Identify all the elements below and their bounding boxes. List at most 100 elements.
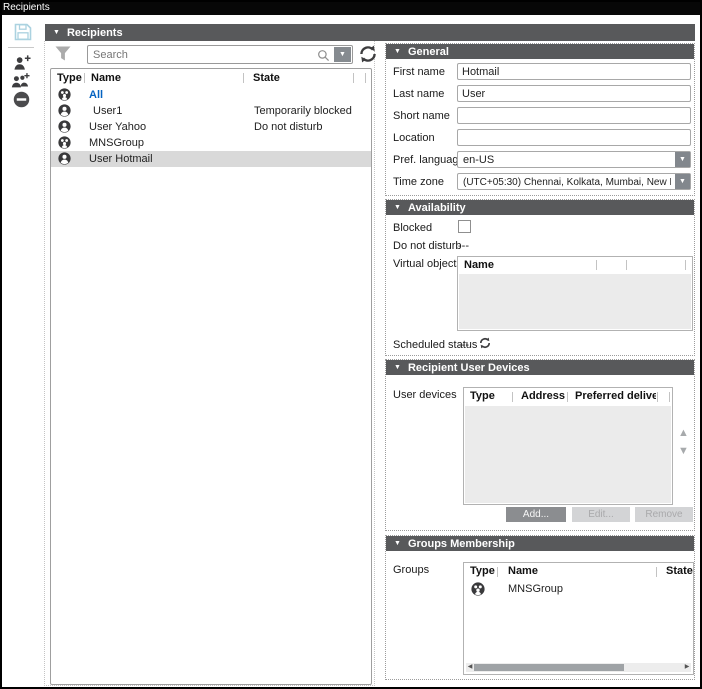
first-name-field[interactable] bbox=[457, 63, 691, 80]
do-not-disturb-value: --- bbox=[458, 240, 469, 252]
column-divider[interactable] bbox=[567, 392, 568, 402]
pref-language-select[interactable]: en-US ▼ bbox=[457, 151, 691, 168]
column-divider[interactable] bbox=[353, 73, 354, 83]
add-group-icon bbox=[10, 77, 32, 92]
column-divider[interactable] bbox=[626, 260, 627, 270]
collapse-icon: ▼ bbox=[394, 364, 401, 371]
column-divider[interactable] bbox=[512, 392, 513, 402]
scrollbar-thumb[interactable] bbox=[474, 664, 624, 671]
column-preferred-delivery[interactable]: Preferred delivery se bbox=[575, 390, 656, 402]
time-zone-select[interactable]: (UTC+05:30) Chennai, Kolkata, Mumbai, Ne… bbox=[457, 173, 691, 190]
add-group-button[interactable] bbox=[10, 72, 32, 92]
recipient-row-mnsgroup[interactable]: MNSGroup bbox=[51, 135, 371, 151]
column-divider[interactable] bbox=[596, 260, 597, 270]
chevron-down-icon: ▼ bbox=[679, 156, 686, 163]
groups-label: Groups bbox=[393, 564, 429, 576]
last-name-field[interactable] bbox=[457, 85, 691, 102]
filter-button[interactable] bbox=[54, 45, 72, 65]
recipient-row-user-hotmail-selected[interactable]: User Hotmail bbox=[51, 151, 371, 167]
move-up-icon[interactable]: ▲ bbox=[678, 428, 689, 439]
group-icon bbox=[471, 582, 485, 599]
search-box: ▼ bbox=[87, 45, 353, 64]
availability-section: ▼ Availability Blocked Do not disturb --… bbox=[385, 199, 695, 356]
save-button[interactable] bbox=[13, 22, 33, 45]
column-type[interactable]: Type bbox=[470, 390, 510, 402]
short-name-label: Short name bbox=[393, 110, 450, 122]
location-field[interactable] bbox=[457, 129, 691, 146]
groups-membership-section-header[interactable]: ▼ Groups Membership bbox=[386, 536, 694, 551]
virtual-objects-table[interactable]: Name bbox=[457, 256, 693, 331]
column-divider[interactable] bbox=[657, 392, 658, 402]
column-name[interactable]: Name bbox=[91, 72, 121, 84]
scroll-left-icon[interactable]: ◀ bbox=[466, 663, 474, 672]
horizontal-scrollbar[interactable]: ◀ ▶ bbox=[466, 663, 691, 672]
scroll-right-icon[interactable]: ▶ bbox=[683, 663, 691, 672]
location-label: Location bbox=[393, 132, 435, 144]
column-address[interactable]: Address bbox=[521, 390, 565, 402]
blocked-checkbox[interactable] bbox=[458, 220, 471, 233]
group-name: MNSGroup bbox=[508, 583, 563, 595]
column-name[interactable]: Name bbox=[464, 259, 494, 271]
group-row-mnsgroup[interactable]: MNSGroup bbox=[464, 580, 693, 598]
recipient-state: Do not disturb bbox=[254, 121, 322, 133]
user-devices-table[interactable]: Type Address Preferred delivery se bbox=[463, 387, 673, 505]
collapse-icon: ▼ bbox=[394, 48, 401, 55]
app-window: Recipients bbox=[0, 0, 702, 689]
block-button[interactable] bbox=[13, 91, 30, 111]
column-name[interactable]: Name bbox=[508, 565, 538, 577]
refresh-status-button[interactable] bbox=[478, 336, 492, 353]
search-options-dropdown[interactable]: ▼ bbox=[334, 47, 351, 62]
user-icon bbox=[58, 152, 71, 168]
user-icon bbox=[58, 104, 71, 120]
recipients-group-header[interactable]: ▼ Recipients bbox=[45, 24, 695, 41]
move-down-icon[interactable]: ▼ bbox=[678, 446, 689, 457]
recipient-row-user-yahoo[interactable]: User Yahoo Do not disturb bbox=[51, 119, 371, 135]
column-divider[interactable] bbox=[497, 567, 498, 577]
dropdown-button[interactable]: ▼ bbox=[675, 174, 690, 189]
short-name-field[interactable] bbox=[457, 107, 691, 124]
column-divider[interactable] bbox=[365, 73, 366, 83]
user-devices-section-label: Recipient User Devices bbox=[408, 362, 530, 374]
time-zone-label: Time zone bbox=[393, 176, 444, 188]
groups-table-header: Type Name State bbox=[464, 563, 693, 580]
column-divider[interactable] bbox=[243, 73, 244, 83]
column-type[interactable]: Type bbox=[57, 72, 82, 84]
user-devices-section-header[interactable]: ▼ Recipient User Devices bbox=[386, 360, 694, 375]
groups-membership-section-label: Groups Membership bbox=[408, 538, 515, 550]
group-icon bbox=[58, 88, 71, 104]
refresh-icon bbox=[478, 338, 492, 353]
blocked-label: Blocked bbox=[393, 222, 432, 234]
time-zone-value: (UTC+05:30) Chennai, Kolkata, Mumbai, Ne… bbox=[463, 177, 671, 188]
block-icon bbox=[13, 96, 30, 111]
column-divider[interactable] bbox=[84, 73, 85, 83]
toolbar-divider bbox=[8, 47, 34, 48]
first-name-label: First name bbox=[393, 66, 445, 78]
availability-section-label: Availability bbox=[408, 202, 466, 214]
general-section-label: General bbox=[408, 46, 449, 58]
availability-section-header[interactable]: ▼ Availability bbox=[386, 200, 694, 215]
remove-button[interactable]: Remove bbox=[635, 507, 693, 522]
recipient-row-user1[interactable]: User1 Temporarily blocked bbox=[51, 103, 371, 119]
search-input[interactable] bbox=[93, 47, 303, 62]
add-user-button[interactable] bbox=[12, 54, 33, 74]
edit-button[interactable]: Edit... bbox=[572, 507, 630, 522]
column-state[interactable]: State bbox=[666, 565, 693, 577]
column-divider[interactable] bbox=[685, 260, 686, 270]
recipient-row-all[interactable]: All bbox=[51, 87, 371, 103]
column-divider[interactable] bbox=[669, 392, 670, 402]
dropdown-button[interactable]: ▼ bbox=[675, 152, 690, 167]
chevron-down-icon: ▼ bbox=[339, 51, 346, 58]
column-divider[interactable] bbox=[656, 567, 657, 577]
recipient-name: MNSGroup bbox=[89, 137, 144, 149]
add-button[interactable]: Add... bbox=[506, 507, 566, 522]
last-name-label: Last name bbox=[393, 88, 444, 100]
collapse-icon: ▼ bbox=[394, 204, 401, 211]
column-state[interactable]: State bbox=[253, 72, 280, 84]
column-type[interactable]: Type bbox=[470, 565, 495, 577]
scheduled-status-value: --- bbox=[458, 339, 469, 351]
groups-table: Type Name State MNSGroup bbox=[463, 562, 694, 675]
collapse-icon: ▼ bbox=[53, 29, 60, 36]
groups-membership-section: ▼ Groups Membership Groups Type Name Sta… bbox=[385, 535, 695, 680]
refresh-list-button[interactable] bbox=[357, 43, 379, 65]
general-section-header[interactable]: ▼ General bbox=[386, 44, 694, 59]
